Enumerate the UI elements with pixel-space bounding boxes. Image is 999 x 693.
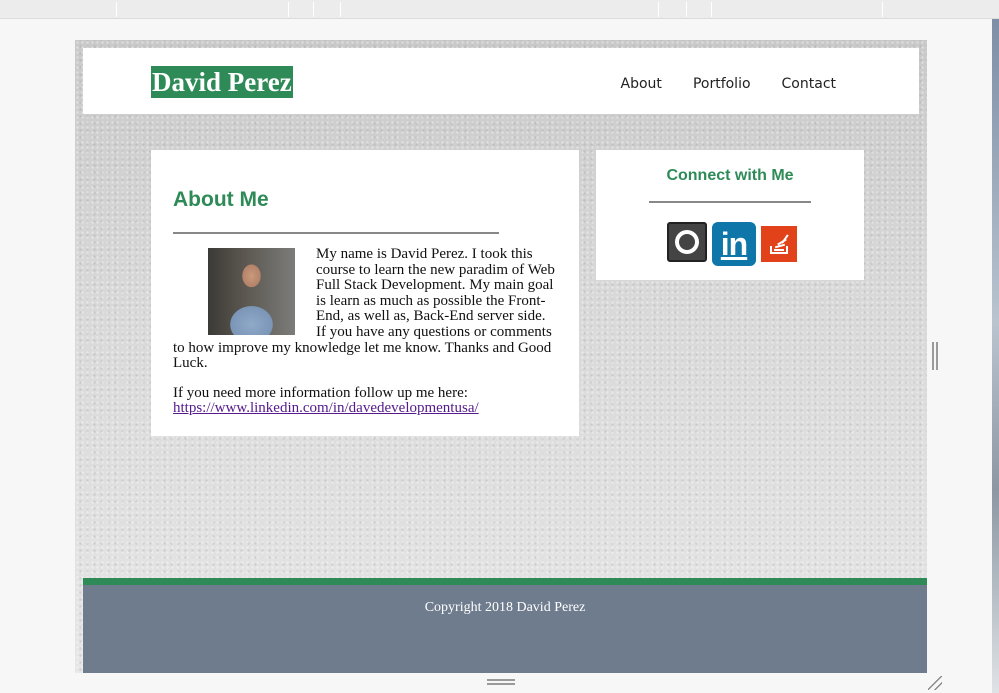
linkedin-icon[interactable]: in bbox=[712, 222, 756, 266]
profile-photo bbox=[208, 248, 295, 335]
github-icon-cat bbox=[679, 234, 695, 250]
more-info-text: If you need more information follow up m… bbox=[173, 384, 468, 401]
about-title: About Me bbox=[173, 188, 269, 211]
footer-accent-line bbox=[83, 578, 927, 585]
ruler-divider bbox=[686, 2, 687, 17]
connect-divider bbox=[649, 201, 811, 203]
github-icon[interactable] bbox=[667, 222, 707, 262]
about-card: About Me My name is David Perez. I took … bbox=[151, 150, 579, 436]
ruler-divider bbox=[711, 2, 712, 17]
ruler-divider bbox=[288, 2, 289, 17]
background-window-edge bbox=[992, 19, 999, 693]
linkedin-profile-link[interactable]: https://www.linkedin.com/in/davedevelopm… bbox=[173, 400, 479, 417]
horizontal-resize-handle[interactable] bbox=[487, 679, 515, 685]
site-header: David Perez About Portfolio Contact bbox=[83, 48, 919, 114]
nav-link-portfolio[interactable]: Portfolio bbox=[693, 76, 751, 92]
main-nav: About Portfolio Contact bbox=[621, 76, 836, 92]
ruler-divider bbox=[658, 2, 659, 17]
site-logo[interactable]: David Perez bbox=[151, 66, 293, 98]
connect-card: Connect with Me in bbox=[596, 150, 864, 280]
browser-ruler bbox=[0, 0, 999, 19]
stackoverflow-icon[interactable] bbox=[761, 226, 797, 262]
site-footer: Copyright 2018 David Perez bbox=[83, 585, 927, 673]
ruler-divider bbox=[882, 2, 883, 17]
vertical-resize-handle[interactable] bbox=[932, 342, 938, 370]
ruler-divider bbox=[340, 2, 341, 17]
social-icons: in bbox=[667, 222, 797, 266]
about-divider bbox=[173, 232, 499, 234]
stackoverflow-icon-bar bbox=[781, 234, 789, 244]
about-body: My name is David Perez. I took this cour… bbox=[173, 246, 559, 417]
nav-link-about[interactable]: About bbox=[621, 76, 662, 92]
connect-title: Connect with Me bbox=[666, 167, 794, 184]
stackoverflow-icon-bar bbox=[774, 249, 784, 251]
footer-copyright: Copyright 2018 David Perez bbox=[424, 600, 586, 615]
site-frame: David Perez About Portfolio Contact Abou… bbox=[75, 40, 927, 673]
ruler-divider bbox=[313, 2, 314, 17]
ruler-divider bbox=[116, 2, 117, 17]
nav-link-contact[interactable]: Contact bbox=[782, 76, 836, 92]
resize-corner-grip[interactable] bbox=[928, 676, 942, 690]
more-info: If you need more information follow up m… bbox=[173, 384, 559, 417]
